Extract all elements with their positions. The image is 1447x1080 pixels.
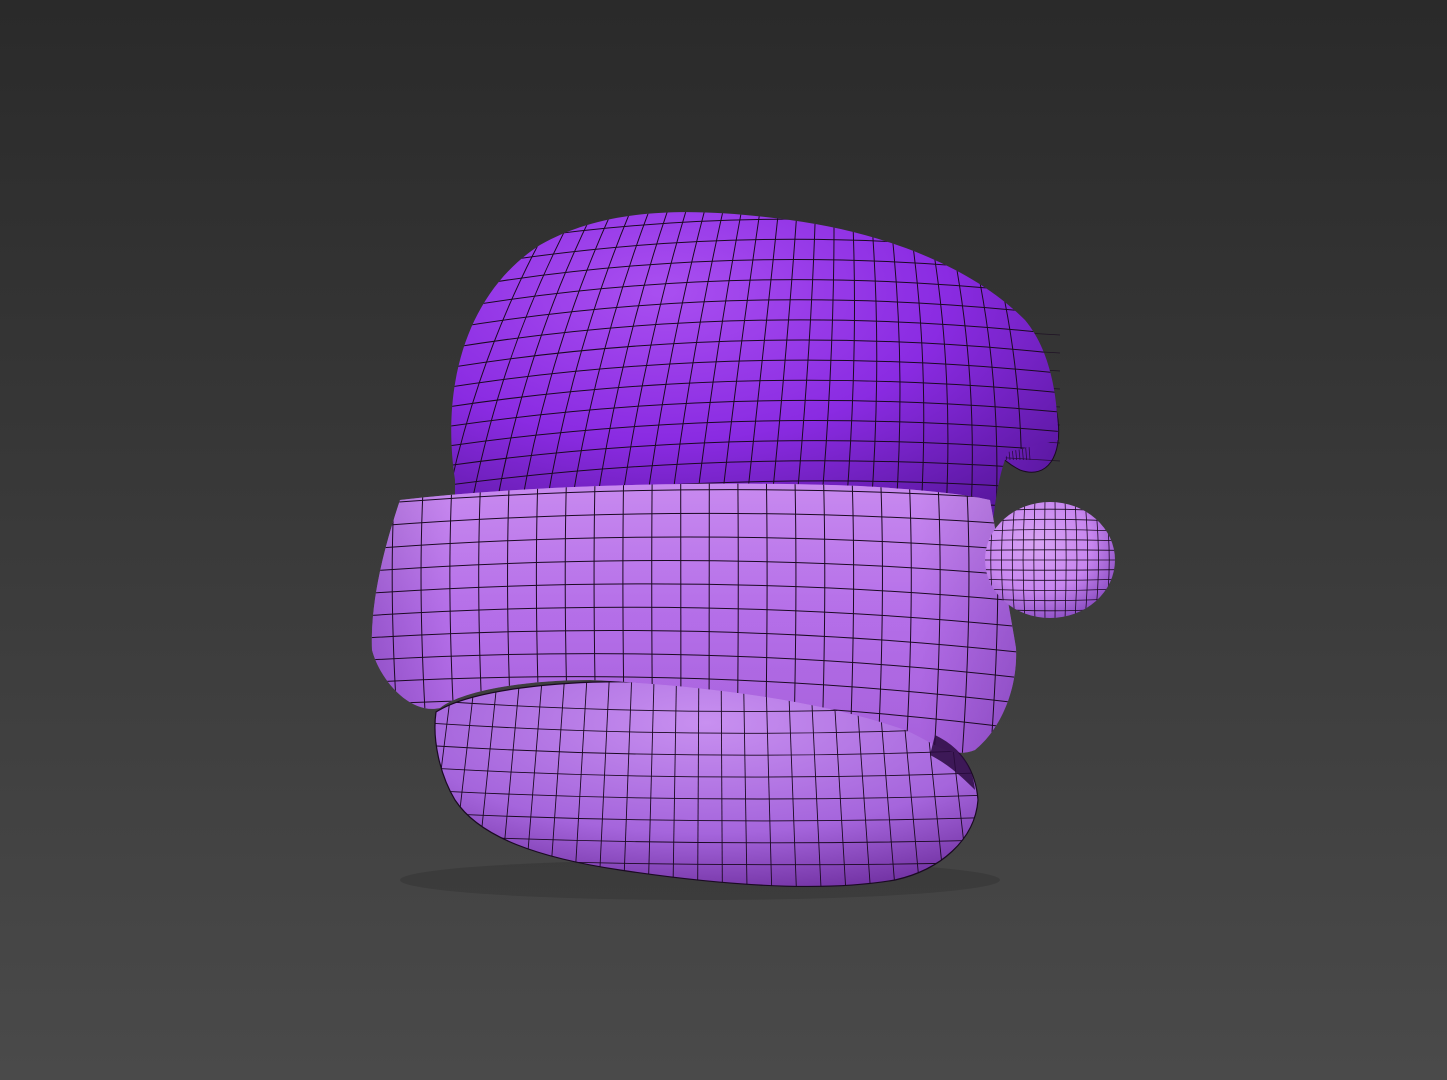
3d-viewport[interactable] (0, 0, 1447, 1080)
model-render (0, 0, 1447, 1080)
